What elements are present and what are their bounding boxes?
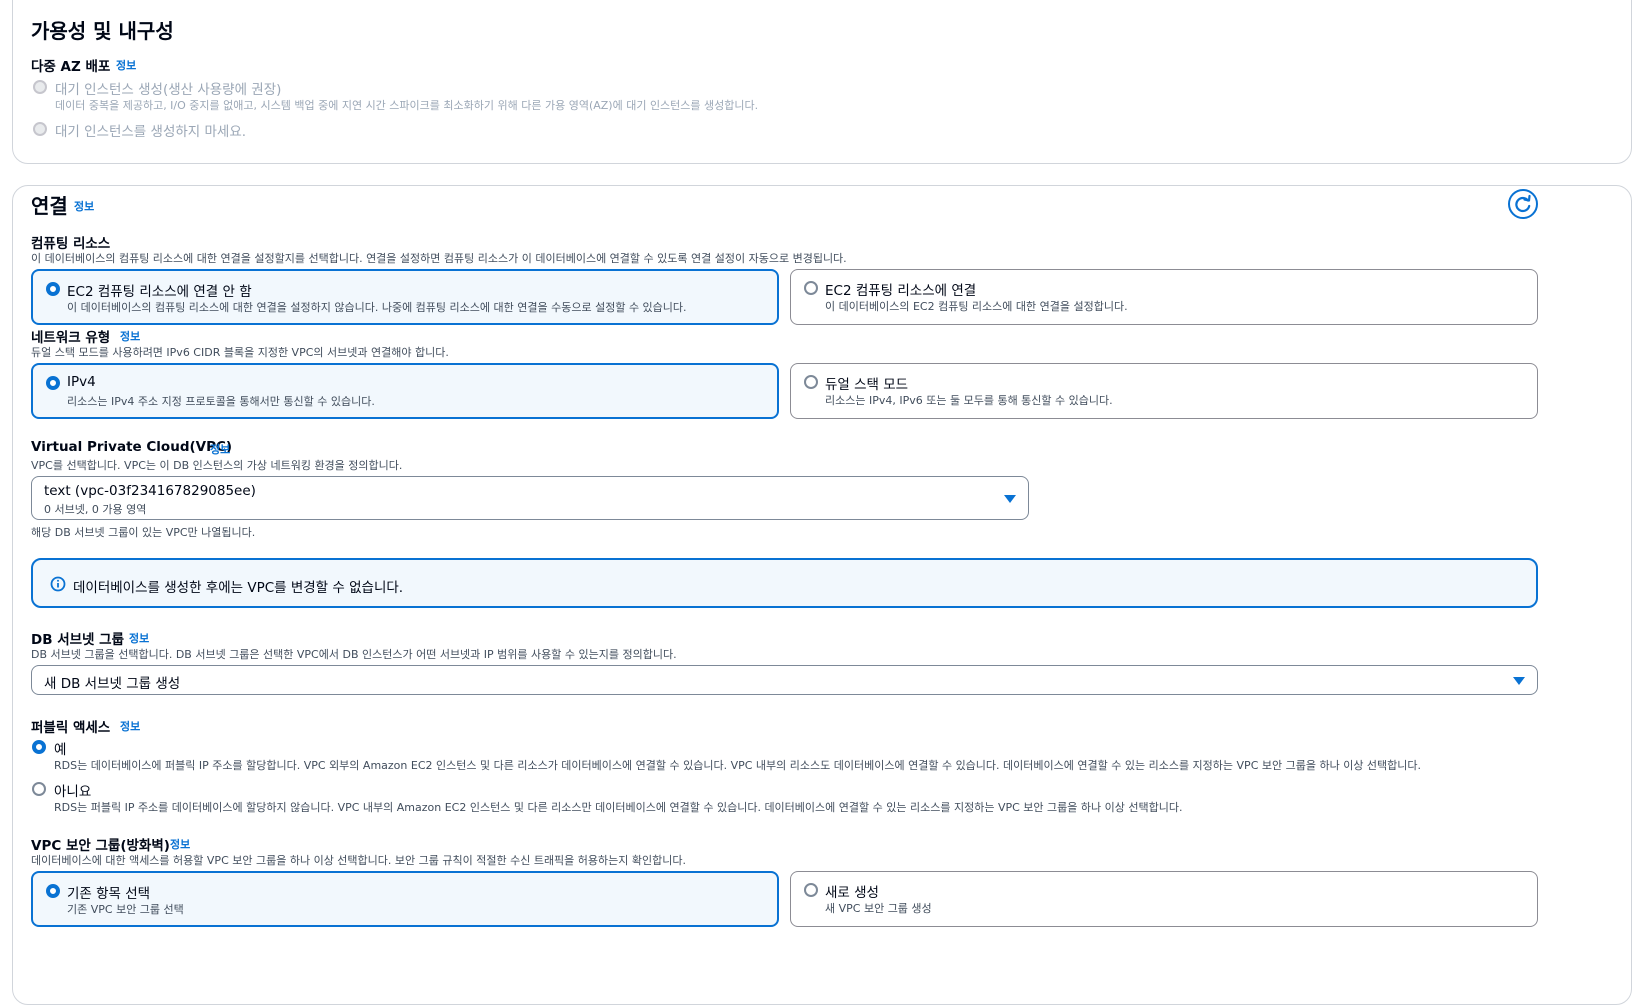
new-sg-label: 새로 생성: [825, 885, 879, 901]
connectivity-info-link[interactable]: 정보: [74, 198, 94, 214]
info-icon: [50, 576, 66, 592]
new-sg-radio[interactable]: [804, 883, 818, 897]
public-access-label: 퍼블릭 액세스: [31, 720, 111, 736]
new-sg-description: 새 VPC 보안 그룹 생성: [825, 902, 932, 915]
security-group-option-new[interactable]: 새로 생성 새 VPC 보안 그룹 생성: [790, 871, 1538, 927]
vpc-info-link[interactable]: 정보: [210, 441, 230, 457]
dual-stack-label: 듀얼 스택 모드: [825, 377, 909, 393]
public-access-yes-label[interactable]: 예: [54, 738, 66, 758]
availability-title: 가용성 및 내구성: [31, 19, 174, 43]
compute-connect-label: EC2 컴퓨팅 리소스에 연결: [825, 283, 977, 299]
public-access-no-radio[interactable]: [32, 782, 46, 796]
network-option-dual-stack[interactable]: 듀얼 스택 모드 리소스는 IPv4, IPv6 또는 둘 모두를 통해 통신할…: [790, 363, 1538, 419]
subnet-group-select[interactable]: 새 DB 서브넷 그룹 생성: [31, 665, 1538, 695]
subnet-group-label: DB 서브넷 그룹: [31, 632, 124, 648]
security-group-option-existing[interactable]: 기존 항목 선택 기존 VPC 보안 그룹 선택: [31, 871, 779, 927]
compute-label: 컴퓨팅 리소스: [31, 236, 111, 252]
ipv4-radio[interactable]: [46, 376, 60, 390]
refresh-icon: [1515, 194, 1531, 213]
subnet-group-info-link[interactable]: 정보: [129, 630, 149, 646]
security-group-description: 데이터베이스에 대한 액세스를 허용할 VPC 보안 그룹을 하나 이상 선택합…: [31, 854, 686, 867]
existing-sg-description: 기존 VPC 보안 그룹 선택: [67, 903, 184, 916]
vpc-description: VPC를 선택합니다. VPC는 이 DB 인스턴스의 가상 네트워킹 환경을 …: [31, 459, 403, 472]
connectivity-title: 연결: [31, 194, 68, 218]
security-group-label: VPC 보안 그룹(방화벽): [31, 838, 170, 854]
public-access-no-label[interactable]: 아니요: [54, 780, 91, 800]
dual-stack-description: 리소스는 IPv4, IPv6 또는 둘 모두를 통해 통신할 수 있습니다.: [825, 394, 1113, 407]
vpc-selected-value: text (vpc-03f234167829085ee): [44, 483, 256, 499]
standby-create-radio[interactable]: [33, 80, 47, 94]
standby-none-radio[interactable]: [33, 122, 47, 136]
standby-none-label: 대기 인스턴스를 생성하지 마세요.: [55, 124, 247, 140]
vpc-immutable-alert: 데이터베이스를 생성한 후에는 VPC를 변경할 수 없습니다.: [31, 558, 1538, 608]
vpc-select[interactable]: text (vpc-03f234167829085ee) 0 서브넷, 0 가용…: [31, 476, 1029, 520]
standby-create-description: 데이터 중복을 제공하고, I/O 중지를 없애고, 시스템 백업 중에 지연 …: [55, 99, 759, 112]
public-access-yes-radio[interactable]: [32, 740, 46, 754]
subnet-group-description: DB 서브넷 그룹을 선택합니다. DB 서브넷 그룹은 선택한 VPC에서 D…: [31, 648, 677, 661]
vpc-hint: 해당 DB 서브넷 그룹이 있는 VPC만 나열됩니다.: [31, 526, 256, 539]
dual-stack-radio[interactable]: [804, 375, 818, 389]
security-group-info-link[interactable]: 정보: [170, 836, 190, 852]
compute-description: 이 데이터베이스의 컴퓨팅 리소스에 대한 연결을 설정할지를 선택합니다. 연…: [31, 252, 847, 265]
compute-connect-radio[interactable]: [804, 281, 818, 295]
alert-text: 데이터베이스를 생성한 후에는 VPC를 변경할 수 없습니다.: [73, 580, 404, 596]
network-type-label: 네트워크 유형: [31, 330, 111, 346]
multi-az-info-link[interactable]: 정보: [116, 57, 136, 73]
public-access-info-link[interactable]: 정보: [120, 718, 140, 734]
network-type-description: 듀얼 스택 모드를 사용하려면 IPv6 CIDR 블록을 지정한 VPC의 서…: [31, 346, 449, 359]
subnet-group-dropdown-caret-icon: [1513, 677, 1525, 685]
vpc-label: Virtual Private Cloud(VPC): [31, 439, 233, 455]
public-access-yes-description: RDS는 데이터베이스에 퍼블릭 IP 주소를 할당합니다. VPC 외부의 A…: [54, 759, 1422, 772]
ipv4-description: 리소스는 IPv4 주소 지정 프로토콜을 통해서만 통신할 수 있습니다.: [67, 395, 375, 408]
compute-no-connect-radio[interactable]: [46, 282, 60, 296]
standby-create-label: 대기 인스턴스 생성(생산 사용량에 권장): [55, 82, 282, 98]
vpc-selected-detail: 0 서브넷, 0 가용 영역: [44, 503, 147, 516]
ipv4-label: IPv4: [67, 374, 96, 390]
vpc-dropdown-caret-icon: [1004, 495, 1016, 503]
refresh-button[interactable]: [1508, 189, 1538, 219]
compute-no-connect-label: EC2 컴퓨팅 리소스에 연결 안 함: [67, 284, 252, 300]
multi-az-label: 다중 AZ 배포: [31, 59, 111, 75]
network-type-info-link[interactable]: 정보: [120, 328, 140, 344]
compute-option-no-connect[interactable]: EC2 컴퓨팅 리소스에 연결 안 함 이 데이터베이스의 컴퓨팅 리소스에 대…: [31, 269, 779, 325]
compute-no-connect-description: 이 데이터베이스의 컴퓨팅 리소스에 대한 연결을 설정하지 않습니다. 나중에…: [67, 301, 687, 314]
compute-connect-description: 이 데이터베이스의 EC2 컴퓨팅 리소스에 대한 연결을 설정합니다.: [825, 300, 1128, 313]
availability-panel: 가용성 및 내구성 다중 AZ 배포 정보 대기 인스턴스 생성(생산 사용량에…: [12, 0, 1632, 164]
public-access-no-description: RDS는 퍼블릭 IP 주소를 데이터베이스에 할당하지 않습니다. VPC 내…: [54, 801, 1183, 814]
existing-sg-label: 기존 항목 선택: [67, 886, 151, 902]
existing-sg-radio[interactable]: [46, 884, 60, 898]
network-option-ipv4[interactable]: IPv4 리소스는 IPv4 주소 지정 프로토콜을 통해서만 통신할 수 있습…: [31, 363, 779, 419]
subnet-group-selected-value: 새 DB 서브넷 그룹 생성: [44, 676, 181, 692]
compute-option-connect[interactable]: EC2 컴퓨팅 리소스에 연결 이 데이터베이스의 EC2 컴퓨팅 리소스에 대…: [790, 269, 1538, 325]
